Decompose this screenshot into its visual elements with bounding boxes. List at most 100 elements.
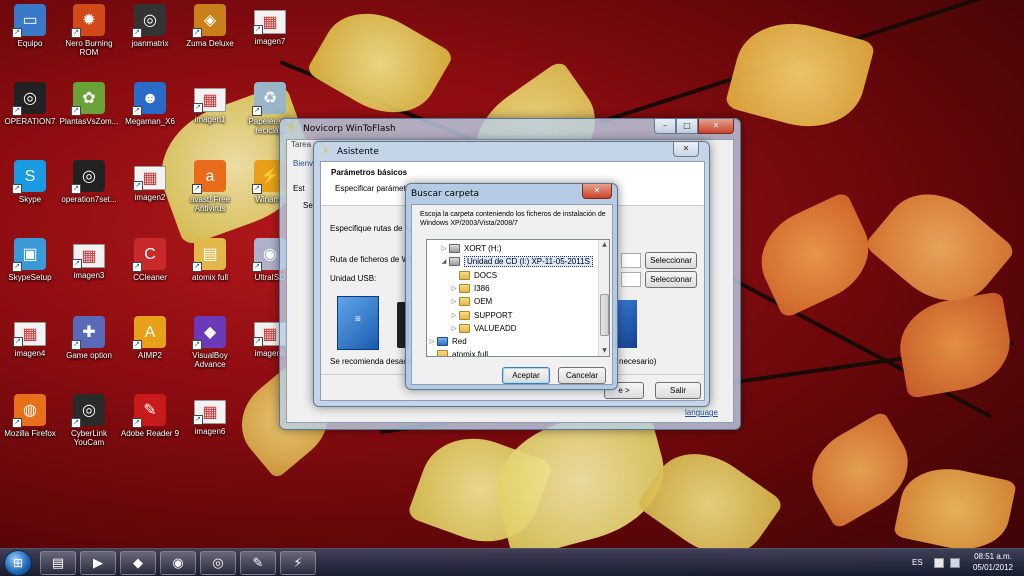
image-file-icon: ▦ ↗: [72, 244, 105, 269]
source-path-field[interactable]: [621, 253, 641, 268]
zuma-icon: ◈ ↗: [192, 4, 226, 38]
desktop-shortcut[interactable]: ▭ ↗ Equipo: [0, 4, 60, 70]
tray-network-icon[interactable]: [950, 558, 960, 568]
desktop-shortcut[interactable]: ▦ ↗ imagen2: [120, 160, 180, 226]
folder-tree-item[interactable]: ▷ XORT (H:): [439, 242, 501, 255]
desktop-shortcut[interactable]: ◆ ↗ VisualBoy Advance: [180, 316, 240, 382]
expand-arrow-icon[interactable]: ▷: [449, 312, 459, 319]
tray-flag-icon[interactable]: [934, 558, 944, 568]
close-button[interactable]: ✕: [698, 119, 734, 134]
desktop-shortcut[interactable]: ☻ ↗ Megaman_X6: [120, 82, 180, 148]
explorer-folder-icon: ▤: [51, 555, 65, 571]
expand-arrow-icon[interactable]: ▷: [449, 325, 459, 332]
desktop-shortcut[interactable]: ▦ ↗ imagen3: [59, 238, 119, 304]
shortcut-arrow-icon: ↗: [71, 28, 81, 38]
taskbar-button[interactable]: ⚡: [280, 551, 316, 575]
expand-arrow-icon[interactable]: ▷: [449, 285, 459, 292]
desktop-shortcut[interactable]: ◍ ↗ Mozilla Firefox: [0, 394, 60, 460]
expand-arrow-icon[interactable]: ▷: [439, 245, 449, 252]
folder-tree-item-label: I386: [474, 283, 490, 293]
usb-drive-label: Unidad USB:: [330, 274, 377, 283]
browse-folder-dialog[interactable]: Buscar carpeta ✕ Escoja la carpeta conte…: [405, 183, 618, 390]
folder-tree-item[interactable]: DOCS: [449, 269, 497, 282]
taskbar-button[interactable]: ▶: [80, 551, 116, 575]
desktop-shortcut-label: Zuma Deluxe: [186, 39, 234, 48]
wizard-titlebar[interactable]: ⚡ Asistente: [314, 142, 709, 162]
clock-time[interactable]: 08:51 a.m.: [966, 552, 1020, 561]
desktop-shortcut[interactable]: ◎ ↗ operation7set...: [59, 160, 119, 226]
desktop-shortcut[interactable]: ▦ ↗ imagen6: [180, 394, 240, 460]
folder-tree-item[interactable]: ▷ I386: [449, 282, 490, 295]
desktop-shortcut[interactable]: ✿ ↗ PlantasVsZom...: [59, 82, 119, 148]
desktop-shortcut-label: Mozilla Firefox: [4, 429, 56, 438]
select-usb-button[interactable]: Seleccionar: [645, 271, 697, 288]
expand-arrow-icon[interactable]: ▷: [427, 338, 437, 345]
minimize-button[interactable]: –: [654, 119, 676, 134]
webcam-icon: ◎ ↗: [71, 394, 105, 428]
desktop-shortcut[interactable]: ✎ ↗ Adobe Reader 9: [120, 394, 180, 460]
folder-tree-item[interactable]: atomix full: [427, 348, 488, 356]
desktop-shortcut[interactable]: ▦ ↗ imagen7: [240, 4, 300, 70]
folder-tree-item[interactable]: ▷ SUPPORT: [449, 309, 513, 322]
folder-tree-item-label: SUPPORT: [474, 310, 513, 320]
desktop-shortcut[interactable]: ✚ ↗ Game option: [59, 316, 119, 382]
aimp-icon: A ↗: [132, 316, 166, 350]
taskbar-button[interactable]: ◉: [160, 551, 196, 575]
expand-arrow-icon[interactable]: ◢: [439, 258, 449, 265]
cancel-button[interactable]: Cancelar: [558, 367, 606, 384]
folder-tree-item[interactable]: ▷ OEM: [449, 295, 492, 308]
accept-button[interactable]: Aceptar: [502, 367, 550, 384]
tab-bienvenido[interactable]: Bienv: [293, 159, 313, 168]
folder-tree-item[interactable]: ▷ VALUEADD: [449, 322, 517, 335]
usb-drive-field[interactable]: [621, 272, 641, 287]
shortcut-arrow-icon: ↗: [253, 337, 263, 347]
recommend-text-tail: necesario): [619, 357, 657, 366]
taskbar-button[interactable]: ✎: [240, 551, 276, 575]
desktop-shortcut[interactable]: ◎ ↗ OPERATION7: [0, 82, 60, 148]
shortcut-arrow-icon: ↗: [12, 28, 22, 38]
taskbar-button[interactable]: ◆: [120, 551, 156, 575]
desktop-shortcut[interactable]: ✹ ↗ Nero Burning ROM: [59, 4, 119, 70]
desktop-shortcut[interactable]: ◎ ↗ joanmatrix: [120, 4, 180, 70]
folder-tree-item[interactable]: ◢ Unidad de CD (I:) XP-11-05-2011S: [439, 255, 593, 268]
taskbar: ⊞ ▤ ▶ ◆ ◉ ◎ ✎ ⚡ ES 08:51 a.m. 05/01/2012: [0, 548, 1024, 576]
language-link[interactable]: language: [685, 408, 718, 417]
scroll-up-arrow-icon[interactable]: ▲: [599, 240, 609, 250]
select-source-button[interactable]: Seleccionar: [645, 252, 697, 269]
desktop-shortcut[interactable]: ◎ ↗ CyberLink YouCam: [59, 394, 119, 460]
shortcut-arrow-icon: ↗: [252, 184, 262, 194]
browse-folder-close-button[interactable]: ✕: [582, 184, 612, 199]
maximize-button[interactable]: □: [676, 119, 698, 134]
desktop-shortcut-label: joanmatrix: [131, 39, 169, 48]
expand-arrow-icon[interactable]: ▷: [449, 298, 459, 305]
desktop-shortcut[interactable]: ▦ ↗ imagen4: [0, 316, 60, 382]
wizard-close-button[interactable]: ✕: [673, 142, 699, 157]
folder-tree-scroll-thumb[interactable]: [600, 294, 609, 336]
desktop-shortcut[interactable]: a ↗ avast! Free Antivirus: [180, 160, 240, 226]
shortcut-arrow-icon: ↗: [132, 106, 142, 116]
taskbar-button[interactable]: ◎: [200, 551, 236, 575]
side-label-2: Se: [303, 201, 313, 210]
folder-tree-item-label: OEM: [474, 297, 493, 307]
desktop-shortcut[interactable]: ▤ ↗ atomix full: [180, 238, 240, 304]
folder-tree[interactable]: ▷ XORT (H:) ◢ Unidad de CD (I:) XP-11-05-20…: [426, 239, 610, 357]
folder-tree-item-label: DOCS: [474, 270, 498, 280]
start-button[interactable]: ⊞: [4, 550, 32, 576]
exit-button[interactable]: Salir: [655, 382, 701, 399]
language-indicator[interactable]: ES: [912, 558, 923, 567]
desktop-shortcut-label: imagen3: [73, 271, 105, 280]
desktop-shortcut[interactable]: ▦ ↗ imagen1: [180, 82, 240, 148]
desktop-shortcut[interactable]: ◈ ↗ Zuma Deluxe: [180, 4, 240, 70]
desktop-shortcut[interactable]: C ↗ CCleaner: [120, 238, 180, 304]
desktop-shortcut[interactable]: A ↗ AIMP2: [120, 316, 180, 382]
clock-date[interactable]: 05/01/2012: [966, 563, 1020, 572]
taskbar-button[interactable]: ▤: [40, 551, 76, 575]
folder-tree-item[interactable]: ▷ Red: [427, 335, 467, 348]
paint-icon: ✎: [252, 555, 264, 571]
desktop-shortcut[interactable]: ▣ ↗ SkypeSetup: [0, 238, 60, 304]
scroll-down-arrow-icon[interactable]: ▼: [599, 346, 609, 356]
desktop-shortcut[interactable]: S ↗ Skype: [0, 160, 60, 226]
folder-tree-scrollbar[interactable]: ▲ ▼: [598, 240, 609, 356]
tab-tarea[interactable]: Tarea: [291, 140, 311, 149]
operation7-icon: ◎: [212, 555, 224, 571]
